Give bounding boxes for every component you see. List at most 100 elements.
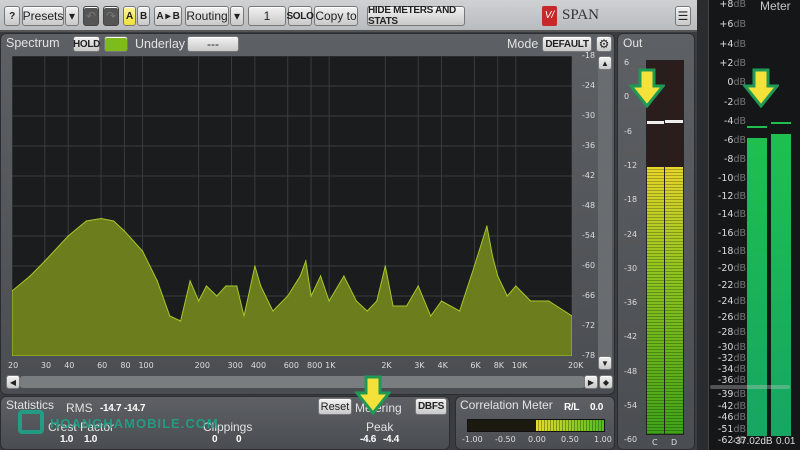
right-meter-scale-label: -4dB [706,116,746,127]
right-meter-scale-label: +6dB [706,19,746,30]
hold-button[interactable]: HOLD [73,36,100,52]
watermark-logo-icon [18,410,44,434]
spectrum-point [376,300,378,302]
scale-value: +4 [719,39,734,50]
hide-meters-button[interactable]: HIDE METERS AND STATS [367,5,465,27]
out-scale-label: -54 [624,401,638,410]
spectrum-point [198,300,200,302]
presets-dropdown[interactable]: ▾ [65,6,79,26]
menu-button[interactable]: ☰ [675,6,691,26]
reset-button[interactable]: Reset [318,398,352,415]
solo-button[interactable]: SOLO [286,6,314,26]
scale-unit: dB [733,135,746,146]
scale-value: -32 [717,353,734,364]
undo-button[interactable]: ↶ [83,6,99,26]
spectrum-point [243,315,245,317]
scale-unit: dB [733,401,746,412]
horizontal-scrollbar[interactable] [20,376,585,388]
copy-a-to-b-button[interactable]: A ▸ B [154,6,182,26]
scale-unit: dB [733,364,746,375]
scale-unit: dB [733,19,746,30]
right-meter-title: Meter [758,0,793,13]
spectrum-point [430,315,432,317]
correlation-fill [536,420,604,431]
out-scale-label: -36 [624,298,638,308]
freq-tick-label: 3K [414,361,425,370]
vertical-scrollbar[interactable] [598,58,612,368]
spectrum-point [506,295,508,297]
spectrum-point [123,230,125,232]
spectrum-point [392,305,394,307]
spectrum-point [112,220,115,222]
freq-tick-label: 100 [138,361,154,370]
scale-value: -39 [717,389,734,400]
presets-button[interactable]: Presets [22,6,64,26]
scale-value: -10 [717,173,734,184]
spectrum-point [497,275,499,277]
right-meter-scale-label: -14dB [706,209,746,220]
preset-a-button[interactable]: A [123,6,136,26]
redo-icon: ↷ [105,9,117,23]
freq-tick-label: 600 [283,361,299,370]
right-meter-scale-label: -30dB [706,342,746,353]
tab-spectrum[interactable]: Spectrum [6,36,60,50]
scale-value: -18 [717,246,734,257]
out-scale-label: -60 [624,435,638,445]
scale-value: -6 [723,135,734,146]
gear-icon: ⚙ [598,37,610,51]
scale-value: -12 [717,191,734,202]
spectrum-point [100,217,102,220]
spectrum-point [459,310,461,312]
mode-select[interactable]: DEFAULT [542,36,592,52]
freq-tick-label: 2K [381,361,392,370]
freq-tick-label: 8K [493,361,505,370]
out-meter-fill [647,167,683,434]
out-scale-label: -24 [624,229,638,239]
db-tick-label: -66 [582,291,596,300]
routing-dropdown[interactable]: ▾ [230,6,244,26]
spectrum-chart [12,56,572,356]
underlay-select[interactable]: --- [187,36,239,52]
spectrum-point [384,265,386,267]
peak-label: Peak [366,420,394,434]
scale-unit: dB [733,173,746,184]
preset-b-button[interactable]: B [137,6,150,26]
copy-to-button[interactable]: Copy to [314,6,358,26]
channel-field[interactable]: 1 [248,6,286,26]
meter-scroll-handle[interactable] [710,385,790,389]
spectrum-point [44,260,46,262]
help-button[interactable]: ? [4,6,20,26]
scroll-left-button[interactable]: ◀ [6,375,20,389]
metering-select[interactable]: DBFS [415,398,447,415]
out-scale-label: -18 [624,195,638,205]
zoom-reset-button[interactable]: ◆ [599,375,613,389]
scale-value: -42 [717,401,734,412]
db-tick-label: -78 [582,351,596,360]
spectrum-color-button[interactable] [104,36,128,52]
scroll-right-button[interactable]: ▶ [584,375,598,389]
right-meter-scale-label: -39dB [706,389,746,400]
db-tick-label: -54 [582,231,596,240]
spectrum-point [169,315,171,317]
scroll-down-button[interactable]: ▼ [598,356,612,370]
freq-tick-label: 400 [250,361,267,370]
scale-unit: dB [733,0,746,10]
settings-button[interactable]: ⚙ [596,36,612,52]
underlay-label: Underlay [135,37,186,51]
redo-button[interactable]: ↷ [103,6,119,26]
right-meter-scale-label: +4dB [706,39,746,50]
spectrum-point [236,285,238,287]
scale-unit: dB [733,246,746,257]
db-tick-label: -42 [582,171,596,180]
right-meter-scale-label: +8dB [706,0,746,10]
spectrum-point [473,265,475,267]
freq-tick-label: 20 [8,361,19,370]
routing-button[interactable]: Routing [185,6,229,26]
spectrum-point [366,310,368,312]
meter-readout-right: 0.01 [776,436,796,447]
spectrum-point [216,295,218,297]
tab-out[interactable]: Out [623,36,642,50]
freq-tick-label: 20K [568,361,584,370]
scroll-up-button[interactable]: ▲ [598,56,612,70]
spectrum-point [548,300,550,302]
